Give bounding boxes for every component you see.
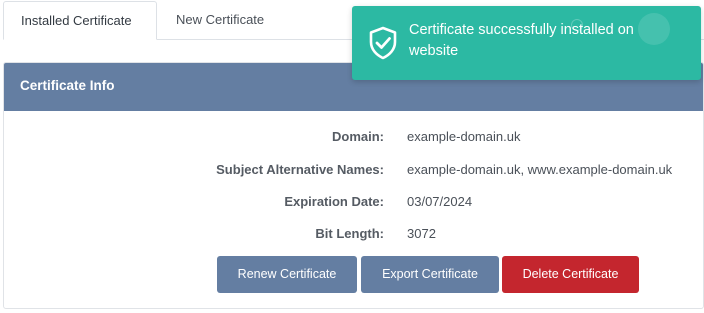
tab-new-certificate[interactable]: New Certificate xyxy=(159,1,281,38)
expiration-value: 03/07/2024 xyxy=(407,194,473,209)
info-row-expiration: Expiration Date: 03/07/2024 xyxy=(4,194,703,214)
certificate-info-panel: Certificate Info Domain: example-domain.… xyxy=(3,62,704,309)
tab-installed-certificate[interactable]: Installed Certificate xyxy=(3,1,157,40)
info-row-bit-length: Bit Length: 3072 xyxy=(4,226,703,246)
domain-value: example-domain.uk xyxy=(407,129,521,144)
san-label: Subject Alternative Names: xyxy=(216,162,384,177)
expiration-label: Expiration Date: xyxy=(284,194,384,209)
bit-length-label: Bit Length: xyxy=(315,226,384,241)
domain-label: Domain: xyxy=(332,129,384,144)
renew-certificate-button[interactable]: Renew Certificate xyxy=(217,256,357,293)
info-row-domain: Domain: example-domain.uk xyxy=(4,129,703,149)
export-certificate-button[interactable]: Export Certificate xyxy=(361,256,499,293)
san-value: example-domain.uk, www.example-domain.uk xyxy=(407,162,673,177)
delete-certificate-button[interactable]: Delete Certificate xyxy=(502,256,639,293)
shield-check-icon xyxy=(369,26,397,60)
bit-length-value: 3072 xyxy=(407,226,436,241)
toast-message: Certificate successfully installed on we… xyxy=(409,22,634,59)
success-toast[interactable]: Certificate successfully installed on we… xyxy=(352,6,701,80)
info-row-san: Subject Alternative Names: example-domai… xyxy=(4,162,703,182)
